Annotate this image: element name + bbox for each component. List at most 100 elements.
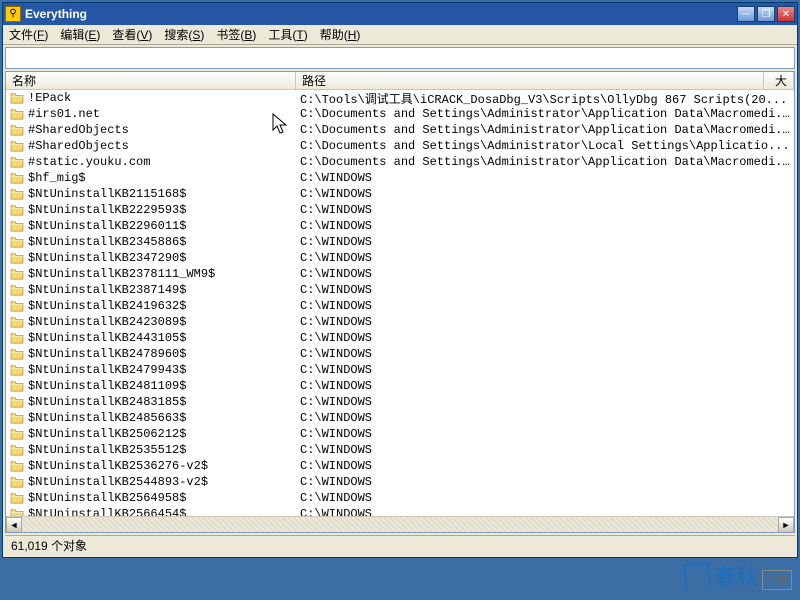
file-path: C:\WINDOWS [300, 459, 372, 473]
file-name: #SharedObjects [28, 139, 129, 153]
column-header-size[interactable]: 大 [764, 72, 794, 89]
column-headers: 名称 路径 大 [6, 72, 794, 90]
table-row[interactable]: $NtUninstallKB2115168$ C:\WINDOWS [6, 186, 794, 202]
horizontal-scrollbar[interactable]: ◄ ► [6, 516, 794, 532]
table-row[interactable]: $NtUninstallKB2378111_WM9$ C:\WINDOWS [6, 266, 794, 282]
column-header-name[interactable]: 名称 [6, 72, 296, 89]
menu-item-v[interactable]: 查看(V) [106, 25, 158, 44]
file-path: C:\Documents and Settings\Administrator\… [300, 107, 794, 121]
file-name: $NtUninstallKB2566454$ [28, 507, 186, 516]
table-row[interactable]: #SharedObjectsC:\Documents and Settings\… [6, 138, 794, 154]
file-name: $NtUninstallKB2378111_WM9$ [28, 267, 215, 281]
table-row[interactable]: #static.youku.comC:\Documents and Settin… [6, 154, 794, 170]
file-name: #irs01.net [28, 107, 100, 121]
folder-icon [10, 476, 24, 488]
file-path: C:\WINDOWS [300, 219, 372, 233]
table-row[interactable]: $NtUninstallKB2535512$C:\WINDOWS [6, 442, 794, 458]
menu-item-h[interactable]: 帮助(H) [314, 25, 367, 44]
table-row[interactable]: $NtUninstallKB2296011$ C:\WINDOWS [6, 218, 794, 234]
folder-icon [10, 508, 24, 516]
folder-icon [10, 92, 24, 104]
table-row[interactable]: $NtUninstallKB2564958$C:\WINDOWS [6, 490, 794, 506]
file-path: C:\WINDOWS [300, 299, 372, 313]
column-header-path[interactable]: 路径 [296, 72, 764, 89]
watermark: 春秋 学院 [684, 560, 792, 592]
table-row[interactable]: $NtUninstallKB2423089$C:\WINDOWS [6, 314, 794, 330]
table-row[interactable]: $NtUninstallKB2443105$C:\WINDOWS [6, 330, 794, 346]
folder-icon [10, 156, 24, 168]
file-listview[interactable]: 名称 路径 大 !EPackC:\Tools\调试工具\iCRACK_DosaD… [5, 71, 795, 533]
file-path: C:\Documents and Settings\Administrator\… [300, 123, 794, 137]
file-path: C:\WINDOWS [300, 347, 372, 361]
file-name: $NtUninstallKB2345886$ [28, 235, 186, 249]
table-row[interactable]: $NtUninstallKB2483185$C:\WINDOWS [6, 394, 794, 410]
file-path: C:\WINDOWS [300, 427, 372, 441]
table-row[interactable]: !EPackC:\Tools\调试工具\iCRACK_DosaDbg_V3\Sc… [6, 90, 794, 106]
menu-item-e[interactable]: 编辑(E) [54, 25, 106, 44]
file-path: C:\WINDOWS [300, 315, 372, 329]
table-row[interactable]: $NtUninstallKB2544893-v2$C:\WINDOWS [6, 474, 794, 490]
titlebar[interactable]: ⚲ Everything ─ ❐ ✕ [3, 3, 797, 25]
menu-item-s[interactable]: 搜索(S) [158, 25, 210, 44]
menubar: 文件(F) 编辑(E) 查看(V)搜索(S)书签(B) 工具(T) 帮助(H) [3, 25, 797, 45]
folder-icon [10, 124, 24, 136]
table-row[interactable]: $NtUninstallKB2485663$C:\WINDOWS [6, 410, 794, 426]
table-row[interactable]: $NtUninstallKB2347290$ C:\WINDOWS [6, 250, 794, 266]
table-row[interactable]: $NtUninstallKB2419632$C:\WINDOWS [6, 298, 794, 314]
table-row[interactable]: $NtUninstallKB2481109$C:\WINDOWS [6, 378, 794, 394]
file-path: C:\WINDOWS [300, 187, 372, 201]
file-path: C:\WINDOWS [300, 411, 372, 425]
table-row[interactable]: $NtUninstallKB2478960$C:\WINDOWS [6, 346, 794, 362]
table-row[interactable]: $NtUninstallKB2566454$ C:\WINDOWS [6, 506, 794, 516]
search-input[interactable] [5, 47, 795, 69]
folder-icon [10, 140, 24, 152]
table-row[interactable]: $NtUninstallKB2345886$C:\WINDOWS [6, 234, 794, 250]
table-row[interactable]: $NtUninstallKB2229593$C:\WINDOWS [6, 202, 794, 218]
file-path: C:\Tools\调试工具\iCRACK_DosaDbg_V3\Scripts\… [300, 93, 787, 107]
folder-icon [10, 460, 24, 472]
file-path: C:\WINDOWS [300, 267, 372, 281]
file-path: C:\WINDOWS [300, 251, 372, 265]
table-row[interactable]: $NtUninstallKB2387149$C:\WINDOWS [6, 282, 794, 298]
watermark-icon [683, 562, 711, 590]
file-path: C:\WINDOWS [300, 363, 372, 377]
menu-label: 编辑(E) [60, 26, 100, 43]
scroll-right-arrow-icon[interactable]: ► [778, 517, 794, 533]
menu-label: 文件(F) [9, 26, 48, 43]
status-text: 61,019 个对象 [11, 537, 87, 554]
file-path: C:\WINDOWS [300, 491, 372, 505]
file-path: C:\WINDOWS [300, 395, 372, 409]
file-name: $NtUninstallKB2443105$ [28, 331, 186, 345]
file-path: C:\WINDOWS [300, 283, 372, 297]
menu-item-f[interactable]: 文件(F) [3, 25, 54, 44]
file-name: #static.youku.com [28, 155, 150, 169]
maximize-button[interactable]: ❐ [757, 6, 775, 22]
table-row[interactable]: #irs01.net C:\Documents and Settings\Admi… [6, 106, 794, 122]
file-path: C:\WINDOWS [300, 507, 372, 516]
folder-icon [10, 364, 24, 376]
menu-label: 帮助(H) [320, 26, 361, 43]
menu-item-t[interactable]: 工具(T) [262, 25, 313, 44]
menu-item-b[interactable]: 书签(B) [210, 25, 262, 44]
file-name: $NtUninstallKB2115168$ [28, 187, 186, 201]
folder-icon [10, 204, 24, 216]
table-row[interactable]: $NtUninstallKB2536276-v2$C:\WINDOWS [6, 458, 794, 474]
table-row[interactable]: $NtUninstallKB2479943$C:\WINDOWS [6, 362, 794, 378]
scroll-left-arrow-icon[interactable]: ◄ [6, 517, 22, 533]
folder-icon [10, 316, 24, 328]
folder-icon [10, 220, 24, 232]
folder-icon [10, 492, 24, 504]
minimize-button[interactable]: ─ [737, 6, 755, 22]
table-row[interactable]: $NtUninstallKB2506212$C:\WINDOWS [6, 426, 794, 442]
close-button[interactable]: ✕ [777, 6, 795, 22]
file-path: C:\WINDOWS [300, 203, 372, 217]
folder-icon [10, 348, 24, 360]
table-row[interactable]: #SharedObjectsC:\Documents and Settings\… [6, 122, 794, 138]
folder-icon [10, 380, 24, 392]
scroll-track[interactable] [22, 517, 778, 533]
statusbar: 61,019 个对象 [5, 535, 795, 555]
table-row[interactable]: $hf_mig$C:\WINDOWS [6, 170, 794, 186]
menu-label: 工具(T) [268, 26, 307, 43]
file-name: $NtUninstallKB2296011$ [28, 219, 186, 233]
file-name: $NtUninstallKB2347290$ [28, 251, 186, 265]
